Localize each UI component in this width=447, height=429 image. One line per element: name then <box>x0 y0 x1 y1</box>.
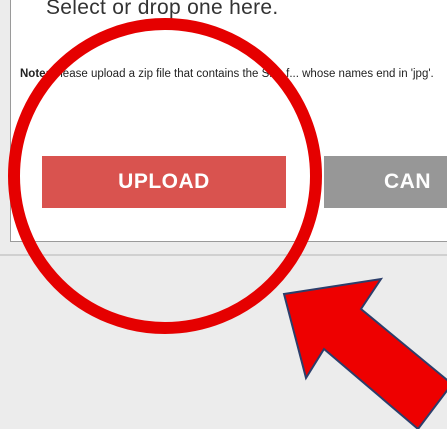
dialog-shadow-edge <box>0 254 447 256</box>
note-label: Note: <box>20 68 50 80</box>
pointer-arrow-icon <box>282 277 447 429</box>
note-text: Please upload a zip file that contains t… <box>49 68 434 80</box>
upload-button[interactable]: UPLOAD <box>42 156 286 208</box>
upload-note: Note: Please upload a zip file that cont… <box>20 66 447 83</box>
cancel-button[interactable]: CAN <box>324 156 447 208</box>
drop-zone-prompt[interactable]: Select or drop one here. <box>46 0 279 20</box>
screenshot-stage: Select or drop one here. Note: Please up… <box>0 0 447 429</box>
